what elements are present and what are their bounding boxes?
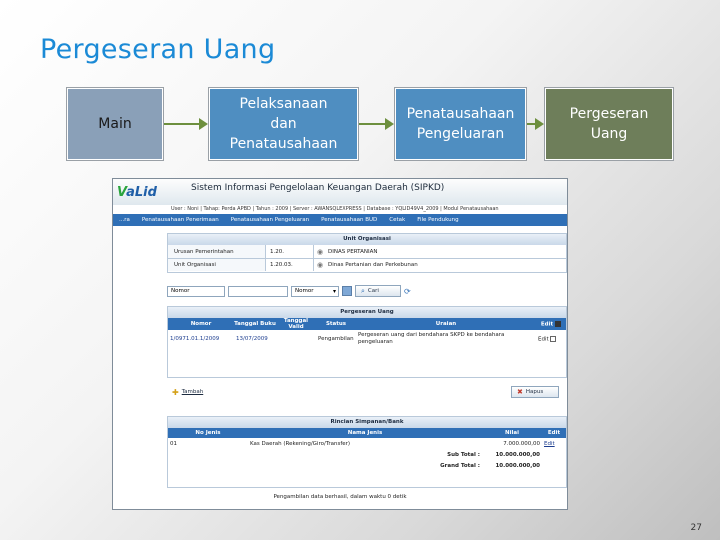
cell-edit: Edit bbox=[536, 330, 566, 348]
grandtotal-value: 10.000.000,00 bbox=[495, 462, 540, 469]
table-header-row: Nomor Tanggal Buku Tanggal Valid Status … bbox=[168, 318, 566, 330]
menu-item-bud[interactable]: Penatausahaan BUD bbox=[315, 217, 383, 223]
menu-item-penerimaan[interactable]: Penatausahaan Penerimaan bbox=[136, 217, 225, 223]
menu-item-file-pendukung[interactable]: File Pendukung bbox=[411, 217, 464, 223]
unit-label: Urusan Pemerintahan bbox=[168, 245, 266, 258]
col-tanggal-valid[interactable]: Tanggal Valid bbox=[276, 318, 316, 330]
flow-box-main[interactable]: Main bbox=[67, 88, 163, 160]
app-system-title: Sistem Informasi Pengelolaan Keuangan Da… bbox=[191, 183, 445, 193]
unit-name: Dinas Pertanian dan Perkebunan bbox=[328, 262, 418, 268]
flow-label: Pelaksanaan dan Penatausahaan bbox=[229, 96, 338, 152]
unit-row-urusan: Urusan Pemerintahan 1.20. ◉ DINAS PERTAN… bbox=[168, 245, 566, 258]
arrow-1 bbox=[164, 118, 208, 130]
flow-label: Main bbox=[98, 116, 132, 132]
pergeseran-panel-title: Pergeseran Uang bbox=[168, 307, 566, 318]
cell-edit: Edit bbox=[542, 438, 566, 449]
search-field-label: Nomor bbox=[167, 285, 225, 297]
menu-item-prev[interactable]: ...ra bbox=[113, 217, 136, 223]
col-status[interactable]: Status bbox=[316, 318, 356, 330]
binoculars-icon[interactable]: ◉ bbox=[314, 261, 326, 269]
unit-name: DINAS PERTANIAN bbox=[328, 248, 378, 255]
app-header: VaLid Sistem Informasi Pengelolaan Keuan… bbox=[113, 179, 567, 205]
row-checkbox[interactable] bbox=[550, 335, 557, 342]
cell-nilai: 7.000.000,00 bbox=[503, 440, 540, 447]
col-edit[interactable]: Edit bbox=[542, 428, 566, 438]
arrow-3 bbox=[527, 118, 544, 130]
unit-code-field[interactable]: 1.20.03. bbox=[266, 259, 314, 271]
search-input[interactable] bbox=[228, 285, 288, 297]
col-nilai[interactable]: Nilai bbox=[482, 428, 542, 438]
page-number: 27 bbox=[690, 523, 702, 533]
add-button[interactable]: ✚ Tambah bbox=[167, 386, 223, 398]
flow-box-pelaksanaan[interactable]: Pelaksanaan dan Penatausahaan bbox=[209, 88, 358, 160]
cell-nama-jenis: Kas Daerah (Rekening/Giro/Transfer) bbox=[250, 440, 351, 447]
edit-link[interactable]: Edit bbox=[544, 441, 555, 447]
rincian-simpanan-panel: Rincian Simpanan/Bank No Jenis Nama Jeni… bbox=[167, 416, 567, 488]
pergeseran-table: Nomor Tanggal Buku Tanggal Valid Status … bbox=[168, 318, 566, 348]
subtotal-label: Sub Total : bbox=[447, 451, 480, 458]
menu-item-pengeluaran[interactable]: Penatausahaan Pengeluaran bbox=[225, 217, 315, 223]
cell-tanggal-buku: 13/07/2009 bbox=[236, 336, 268, 342]
refresh-icon[interactable]: ⟳ bbox=[404, 287, 411, 296]
search-button[interactable]: ⌕ Cari bbox=[355, 285, 401, 297]
unit-code-field[interactable]: 1.20. bbox=[266, 245, 314, 258]
chevron-down-icon: ▾ bbox=[332, 287, 336, 295]
subtotal-row: Sub Total : 10.000.000,00 bbox=[168, 449, 566, 460]
app-infobar: User : Noni | Tahap: Perda APBD | Tahun … bbox=[113, 205, 567, 214]
pergeseran-uang-panel: Pergeseran Uang Nomor Tanggal Buku Tangg… bbox=[167, 306, 567, 378]
search-button-label: Cari bbox=[367, 288, 379, 294]
delete-button[interactable]: ✖ Hapus bbox=[511, 386, 559, 398]
unit-organisasi-panel: Unit Organisasi Urusan Pemerintahan 1.20… bbox=[167, 233, 567, 273]
app-logo: VaLid bbox=[117, 184, 157, 200]
search-icon: ⌕ bbox=[361, 286, 365, 295]
unit-label: Unit Organisasi bbox=[168, 259, 266, 271]
table-row[interactable]: 01 Kas Daerah (Rekening/Giro/Transfer) 7… bbox=[168, 438, 566, 449]
arrow-2 bbox=[359, 118, 394, 130]
app-screenshot: VaLid Sistem Informasi Pengelolaan Keuan… bbox=[112, 178, 568, 510]
search-row: Nomor Nomor ▾ ⌕ Cari ⟳ bbox=[167, 285, 411, 297]
table-row[interactable]: 1/0971.01.1/2009 13/07/2009 Pengambilan … bbox=[168, 330, 566, 348]
status-message: Pengambilan data berhasil, dalam waktu 0… bbox=[273, 494, 407, 500]
flow-box-penatausahaan[interactable]: Penatausahaan Pengeluaran bbox=[395, 88, 526, 160]
slide-title: Pergeseran Uang bbox=[40, 34, 276, 65]
flow-label: Penatausahaan Pengeluaran bbox=[406, 106, 515, 142]
grandtotal-row: Grand Total : 10.000.000,00 bbox=[168, 460, 566, 471]
rincian-table: No Jenis Nama Jenis Nilai Edit 01 Kas Da… bbox=[168, 428, 566, 471]
cell-uraian: Pergeseran uang dari bendahara SKPD ke b… bbox=[358, 332, 505, 345]
select-all-checkbox[interactable] bbox=[555, 320, 562, 327]
image-icon[interactable] bbox=[342, 286, 352, 296]
unit-row-organisasi: Unit Organisasi 1.20.03. ◉ Dinas Pertani… bbox=[168, 258, 566, 271]
add-folder-icon: ✚ bbox=[172, 387, 179, 397]
app-menubar: ...ra Penatausahaan Penerimaan Penatausa… bbox=[113, 214, 567, 226]
delete-button-label: Hapus bbox=[525, 389, 544, 395]
grandtotal-label: Grand Total : bbox=[440, 462, 480, 469]
col-nomor[interactable]: Nomor bbox=[168, 318, 234, 330]
col-edit[interactable]: Edit bbox=[536, 318, 566, 330]
col-no-jenis[interactable]: No Jenis bbox=[168, 428, 248, 438]
col-tanggal-buku[interactable]: Tanggal Buku bbox=[234, 318, 276, 330]
col-nama-jenis[interactable]: Nama Jenis bbox=[248, 428, 482, 438]
unit-panel-title: Unit Organisasi bbox=[168, 234, 566, 245]
edit-link[interactable]: Edit bbox=[538, 336, 549, 342]
cell-no-jenis: 01 bbox=[170, 440, 177, 447]
cell-nomor: 1/0971.01.1/2009 bbox=[170, 336, 220, 342]
flow-label: Pergeseran Uang bbox=[569, 106, 649, 142]
delete-icon: ✖ bbox=[517, 388, 523, 396]
cell-tanggal-valid bbox=[276, 330, 316, 348]
add-button-label: Tambah bbox=[181, 389, 204, 395]
search-select-value: Nomor bbox=[295, 288, 314, 294]
menu-item-cetak[interactable]: Cetak bbox=[383, 217, 411, 223]
table-header-row: No Jenis Nama Jenis Nilai Edit bbox=[168, 428, 566, 438]
search-select[interactable]: Nomor ▾ bbox=[291, 285, 339, 297]
app-body: Unit Organisasi Urusan Pemerintahan 1.20… bbox=[113, 226, 567, 509]
flow-box-pergeseran[interactable]: Pergeseran Uang bbox=[545, 88, 673, 160]
col-uraian[interactable]: Uraian bbox=[356, 318, 536, 330]
subtotal-value: 10.000.000,00 bbox=[495, 451, 540, 458]
cell-status: Pengambilan bbox=[318, 336, 354, 342]
binoculars-icon[interactable]: ◉ bbox=[314, 248, 326, 256]
rincian-panel-title: Rincian Simpanan/Bank bbox=[168, 417, 566, 428]
